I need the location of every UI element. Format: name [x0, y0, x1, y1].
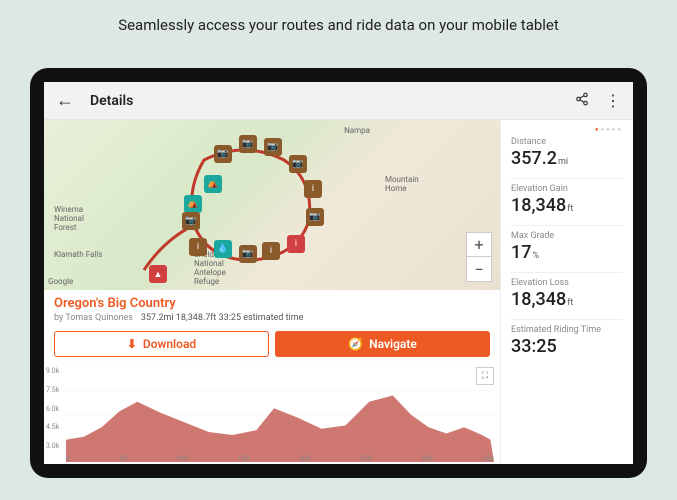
metric-elevation-gain: Elevation Gain 18,348ft	[511, 184, 623, 216]
more-menu-icon[interactable]: ⋮	[605, 91, 621, 110]
poi-icon[interactable]: 📷	[214, 145, 232, 163]
poi-icon[interactable]: i	[262, 242, 280, 260]
route-info: Oregon's Big Country by Tomas Quinones 3…	[44, 290, 500, 327]
poi-icon[interactable]: 📷	[182, 212, 200, 230]
zoom-in-button[interactable]: +	[467, 233, 491, 257]
page-indicator[interactable]: ●●●●●	[511, 124, 623, 137]
back-arrow-icon[interactable]: ←	[56, 90, 74, 111]
appbar-title: Details	[90, 93, 559, 109]
metric-elevation-loss: Elevation Loss 18,348ft	[511, 278, 623, 310]
zoom-controls: + −	[466, 232, 492, 282]
poi-icon[interactable]: i	[287, 235, 305, 253]
download-icon: ⬇	[127, 337, 137, 351]
elevation-chart[interactable]: ⛶ 9.0k 7.5k 6.0k 4.5k 3.0k 0 50 100 150	[44, 363, 500, 464]
route-summary: 357.2mi 18,348.7ft 33:25 estimated time	[141, 313, 304, 323]
metric-distance: Distance 357.2mi	[511, 137, 623, 169]
poi-icon[interactable]: 📷	[239, 135, 257, 153]
appbar: ← Details ⋮	[44, 82, 633, 120]
share-icon[interactable]	[575, 91, 589, 110]
tablet-screen: ← Details ⋮ Nampa Winema National Forest…	[44, 82, 633, 464]
tagline: Seamlessly access your routes and ride d…	[0, 0, 677, 46]
poi-icon[interactable]: i	[304, 180, 322, 198]
poi-icon[interactable]: 📷	[264, 138, 282, 156]
zoom-out-button[interactable]: −	[467, 257, 491, 281]
chart-y-axis: 9.0k 7.5k 6.0k 4.5k 3.0k	[46, 367, 59, 450]
metric-riding-time: Estimated Riding Time 33:25	[511, 325, 623, 357]
download-button[interactable]: ⬇ Download	[54, 331, 269, 357]
poi-icon[interactable]: ⛺	[204, 175, 222, 193]
poi-icon[interactable]: i	[189, 238, 207, 256]
chart-x-axis: 0 50 100 150 200 250 300 350	[66, 455, 494, 463]
poi-icon[interactable]: ⛺	[184, 195, 202, 213]
route-author: by Tomas Quinones	[54, 313, 133, 323]
poi-icon[interactable]: 📷	[306, 208, 324, 226]
expand-icon[interactable]: ⛶	[476, 367, 494, 385]
poi-icon[interactable]: 📷	[239, 245, 257, 263]
map-view[interactable]: Nampa Winema National Forest Klamath Fal…	[44, 120, 500, 290]
navigate-icon: 🧭	[348, 337, 363, 351]
navigate-button[interactable]: 🧭 Navigate	[275, 331, 490, 357]
tablet-frame: ← Details ⋮ Nampa Winema National Forest…	[30, 68, 647, 478]
metric-max-grade: Max Grade 17%	[511, 231, 623, 263]
metrics-panel: ●●●●● Distance 357.2mi Elevation Gain 18…	[500, 120, 633, 464]
map-attribution: Google	[48, 277, 73, 286]
route-title: Oregon's Big Country	[54, 296, 490, 311]
poi-icon[interactable]: 📷	[289, 155, 307, 173]
poi-icon[interactable]: ▲	[149, 265, 167, 283]
poi-icon[interactable]: 💧	[214, 240, 232, 258]
